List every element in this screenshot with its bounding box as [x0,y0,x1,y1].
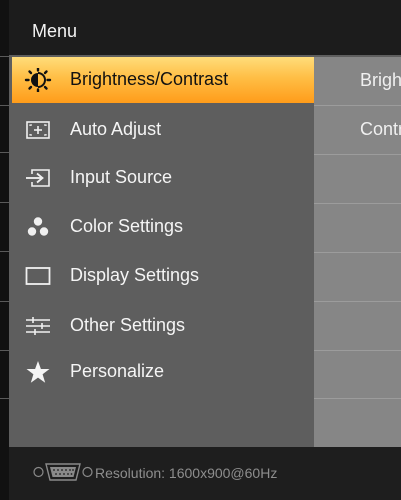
menu-title: Menu [32,21,78,41]
brightness-icon [24,67,52,93]
menu-item-label: Personalize [70,361,165,381]
submenu-row-empty [314,350,401,399]
strip-divider [0,350,9,351]
osd-header: Menu [9,0,401,55]
submenu-row-empty [314,204,401,253]
star-icon [24,360,52,384]
strip-divider [0,301,9,302]
submenu-row-empty [314,155,401,204]
menu-item-brightness-contrast[interactable]: Brightness/Contrast [12,57,314,103]
left-strip [0,0,9,500]
submenu-item-label: Brightness [360,70,401,90]
submenu-item-label: Contrast [360,119,401,139]
menu-item-label: Display Settings [70,265,200,285]
submenu-panel: Brightness Contrast [314,57,401,447]
menu-item-label: Input Source [70,167,173,187]
color-settings-icon [24,215,52,239]
strip-divider [0,202,9,203]
menu-item-auto-adjust[interactable]: Auto Adjust [12,107,314,153]
main-menu: Brightness/Contrast Auto Adjust Input So… [12,57,314,447]
auto-adjust-icon [24,118,52,142]
osd-panel: Menu Brightness/Contrast Auto Adjust Inp… [9,0,401,500]
menu-item-other-settings[interactable]: Other Settings [12,303,314,349]
status-bar: Resolution: 1600x900@60Hz [9,447,401,500]
menu-item-label: Other Settings [70,315,186,335]
submenu-row-empty [314,302,401,351]
display-settings-icon [24,264,52,288]
submenu-item-brightness[interactable]: Brightness [314,57,401,106]
menu-item-label: Color Settings [70,216,184,236]
menu-item-personalize[interactable]: Personalize [12,349,314,395]
submenu-item-contrast[interactable]: Contrast [314,106,401,155]
strip-divider [0,152,9,153]
menu-item-input-source[interactable]: Input Source [12,155,314,201]
menu-item-label: Auto Adjust [70,119,162,139]
strip-divider [0,398,9,399]
other-settings-icon [24,314,52,338]
vga-connector-icon [33,461,93,483]
strip-divider [0,56,9,57]
strip-divider [0,105,9,106]
input-source-icon [24,166,52,190]
menu-item-display-settings[interactable]: Display Settings [12,253,314,299]
resolution-text: Resolution: 1600x900@60Hz [95,465,278,481]
menu-item-label: Brightness/Contrast [70,69,229,89]
menu-item-color-settings[interactable]: Color Settings [12,204,314,250]
strip-divider [0,251,9,252]
submenu-row-empty [314,253,401,302]
